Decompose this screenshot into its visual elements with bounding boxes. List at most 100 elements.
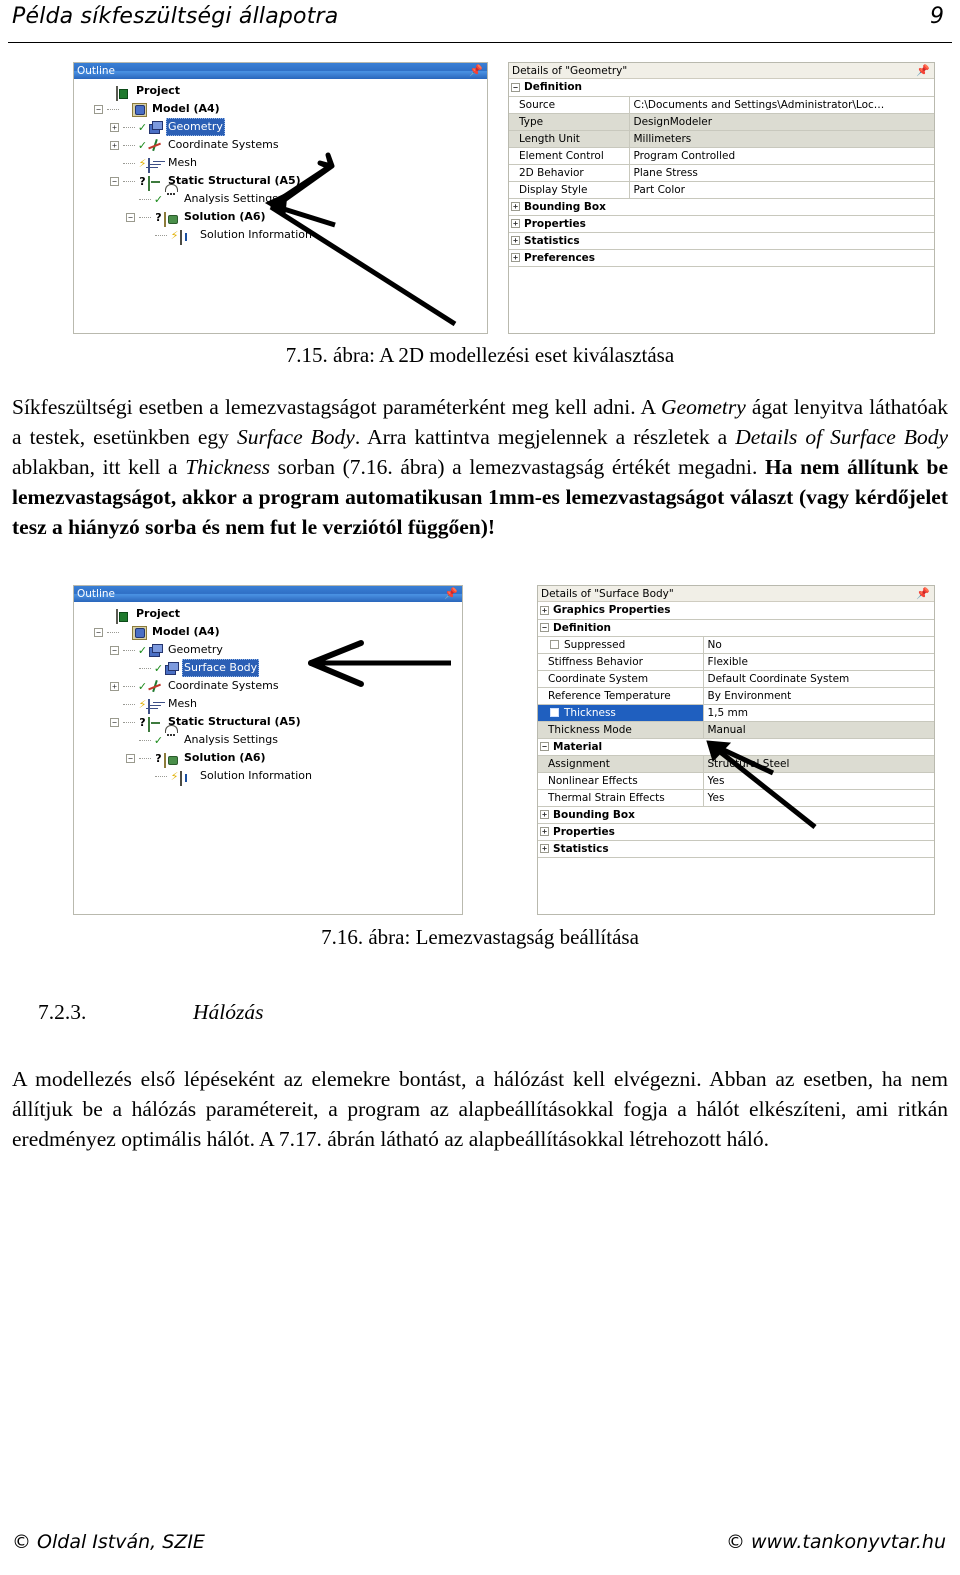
pin-icon[interactable]: 📌 <box>916 64 930 78</box>
details-row-coordinate-system[interactable]: Coordinate System Default Coordinate Syst… <box>538 670 934 688</box>
tree-item-label[interactable]: Solution (A6) <box>182 208 268 226</box>
tree-item-solution-information[interactable]: ⚡ Solution Information <box>78 226 487 245</box>
tree-item-label[interactable]: Static Structural (A5) <box>166 713 303 731</box>
details-section-definition[interactable]: − Definition <box>538 619 934 637</box>
details-value-suppressed[interactable]: No <box>703 636 934 654</box>
details-value-type[interactable]: DesignModeler <box>629 113 934 131</box>
tree-item-label[interactable]: Model (A4) <box>150 100 222 118</box>
tree-item-label[interactable]: Geometry <box>166 118 225 136</box>
expand-icon[interactable]: + <box>511 219 520 228</box>
expand-icon[interactable]: + <box>540 605 549 615</box>
tree-item-solution-a6[interactable]: −? Solution (A6) <box>78 749 462 768</box>
tree-item-mesh[interactable]: ⚡ Mesh <box>78 154 487 173</box>
tree-item-project[interactable]: Project <box>78 82 487 101</box>
tree-item-label[interactable]: Project <box>134 82 182 100</box>
tree-item-label[interactable]: Model (A4) <box>150 623 222 641</box>
tree-item-coordinate-systems[interactable]: + ✓ Coordinate Systems <box>78 677 462 695</box>
tree-item-static-structural-a5[interactable]: −? Static Structural (A5) <box>78 172 487 191</box>
tree-item-label[interactable]: Analysis Settings <box>182 731 280 749</box>
tree-item-project[interactable]: Project <box>78 605 462 624</box>
details-value-reference-temperature[interactable]: By Environment <box>703 687 934 705</box>
details-value-thermal-strain-effects[interactable]: Yes <box>703 789 934 807</box>
details-row-display-style[interactable]: Display Style Part Color <box>509 181 934 199</box>
collapse-icon[interactable]: − <box>540 742 549 751</box>
details-section-statistics[interactable]: + Statistics <box>538 840 934 858</box>
details-row-reference-temperature[interactable]: Reference Temperature By Environment <box>538 687 934 705</box>
tree-item-label[interactable]: Coordinate Systems <box>166 136 281 154</box>
details-row-2d-behavior[interactable]: 2D Behavior Plane Stress <box>509 164 934 182</box>
details-row-thermal-strain-effects[interactable]: Thermal Strain Effects Yes <box>538 789 934 807</box>
details-section-material[interactable]: − Material <box>538 738 934 756</box>
tree-item-model-a4[interactable]: − Model (A4) <box>78 623 462 641</box>
details-section-preferences[interactable]: + Preferences <box>509 249 934 267</box>
tree-item-label[interactable]: Solution (A6) <box>182 749 268 767</box>
details-row-stiffness-behavior[interactable]: Stiffness Behavior Flexible <box>538 653 934 671</box>
details-value-assignment[interactable]: Structural Steel <box>703 755 934 773</box>
tree-item-geometry[interactable]: − ✓ Geometry <box>78 641 462 659</box>
details-section-definition[interactable]: − Definition <box>509 79 934 97</box>
tree-item-label[interactable]: Project <box>134 605 182 623</box>
details-value-2d-behavior[interactable]: Plane Stress <box>629 164 934 182</box>
pin-icon[interactable]: 📌 <box>469 64 483 78</box>
expand-icon[interactable]: + <box>511 202 520 211</box>
details-row-assignment[interactable]: Assignment Structural Steel <box>538 755 934 773</box>
details-value-element-control[interactable]: Program Controlled <box>629 147 934 165</box>
tree-item-label[interactable]: Mesh <box>166 154 199 172</box>
details-section-bounding-box[interactable]: + Bounding Box <box>538 806 934 824</box>
expand-icon[interactable]: + <box>110 140 119 150</box>
expand-icon[interactable]: + <box>511 236 520 245</box>
details-row-type[interactable]: Type DesignModeler <box>509 113 934 131</box>
expand-icon[interactable]: + <box>511 253 520 262</box>
collapse-icon[interactable]: − <box>94 627 103 637</box>
tree-item-label[interactable]: Geometry <box>166 641 225 659</box>
details-value-nonlinear-effects[interactable]: Yes <box>703 772 934 790</box>
collapse-icon[interactable]: − <box>126 212 135 222</box>
details-row-element-control[interactable]: Element Control Program Controlled <box>509 147 934 165</box>
expand-icon[interactable]: + <box>540 827 549 836</box>
checkbox-thickness[interactable] <box>550 708 559 717</box>
details-section-graphics-properties[interactable]: + Graphics Properties <box>538 602 934 620</box>
details-row-thickness[interactable]: Thickness 1,5 mm <box>538 704 934 722</box>
tree-item-coordinate-systems[interactable]: + ✓ Coordinate Systems <box>78 136 487 154</box>
details-row-source[interactable]: Source C:\Documents and Settings\Administ… <box>509 96 934 114</box>
collapse-icon[interactable]: − <box>110 717 119 727</box>
details-value-thickness[interactable]: 1,5 mm <box>703 704 934 722</box>
details-section-statistics[interactable]: + Statistics <box>509 232 934 250</box>
collapse-icon[interactable]: − <box>540 623 549 632</box>
expand-icon[interactable]: + <box>110 681 119 691</box>
tree-item-static-structural-a5[interactable]: −? Static Structural (A5) <box>78 713 462 732</box>
details-value-stiffness-behavior[interactable]: Flexible <box>703 653 934 671</box>
tree-item-analysis-settings[interactable]: ✓ Analysis Settings <box>78 731 462 749</box>
details-row-length-unit[interactable]: Length Unit Millimeters <box>509 130 934 148</box>
tree-item-surface-body[interactable]: ✓ Surface Body <box>78 659 462 677</box>
details-value-length-unit[interactable]: Millimeters <box>629 130 934 148</box>
collapse-icon[interactable]: − <box>511 82 520 92</box>
details-section-properties[interactable]: + Properties <box>538 823 934 841</box>
tree-item-label[interactable]: Solution Information <box>198 226 314 244</box>
checkbox-suppressed[interactable] <box>550 640 559 649</box>
details-value-thickness-mode[interactable]: Manual <box>703 721 934 739</box>
tree-item-label[interactable]: Static Structural (A5) <box>166 172 303 190</box>
expand-icon[interactable]: + <box>540 844 549 853</box>
expand-icon[interactable]: + <box>540 810 549 819</box>
tree-item-label[interactable]: Analysis Settings <box>182 190 280 208</box>
tree-item-analysis-settings[interactable]: ✓ Analysis Settings <box>78 190 487 208</box>
tree-item-label[interactable]: Mesh <box>166 695 199 713</box>
details-value-coordinate-system[interactable]: Default Coordinate System <box>703 670 934 688</box>
details-row-nonlinear-effects[interactable]: Nonlinear Effects Yes <box>538 772 934 790</box>
tree-item-geometry[interactable]: + ✓ Geometry <box>78 118 487 136</box>
details-value-source[interactable]: C:\Documents and Settings\Administrator\… <box>629 96 934 114</box>
tree-item-label[interactable]: Solution Information <box>198 767 314 785</box>
collapse-icon[interactable]: − <box>110 645 119 655</box>
details-row-suppressed[interactable]: Suppressed No <box>538 636 934 654</box>
tree-item-solution-a6[interactable]: −? Solution (A6) <box>78 208 487 227</box>
details-row-thickness-mode[interactable]: Thickness Mode Manual <box>538 721 934 739</box>
pin-icon[interactable]: 📌 <box>916 587 930 601</box>
pin-icon[interactable]: 📌 <box>444 587 458 601</box>
tree-item-mesh[interactable]: ⚡ Mesh <box>78 695 462 714</box>
tree-item-label[interactable]: Surface Body <box>182 659 260 677</box>
details-section-bounding-box[interactable]: + Bounding Box <box>509 198 934 216</box>
collapse-icon[interactable]: − <box>126 753 135 763</box>
details-value-display-style[interactable]: Part Color <box>629 181 934 199</box>
expand-icon[interactable]: + <box>110 122 119 132</box>
